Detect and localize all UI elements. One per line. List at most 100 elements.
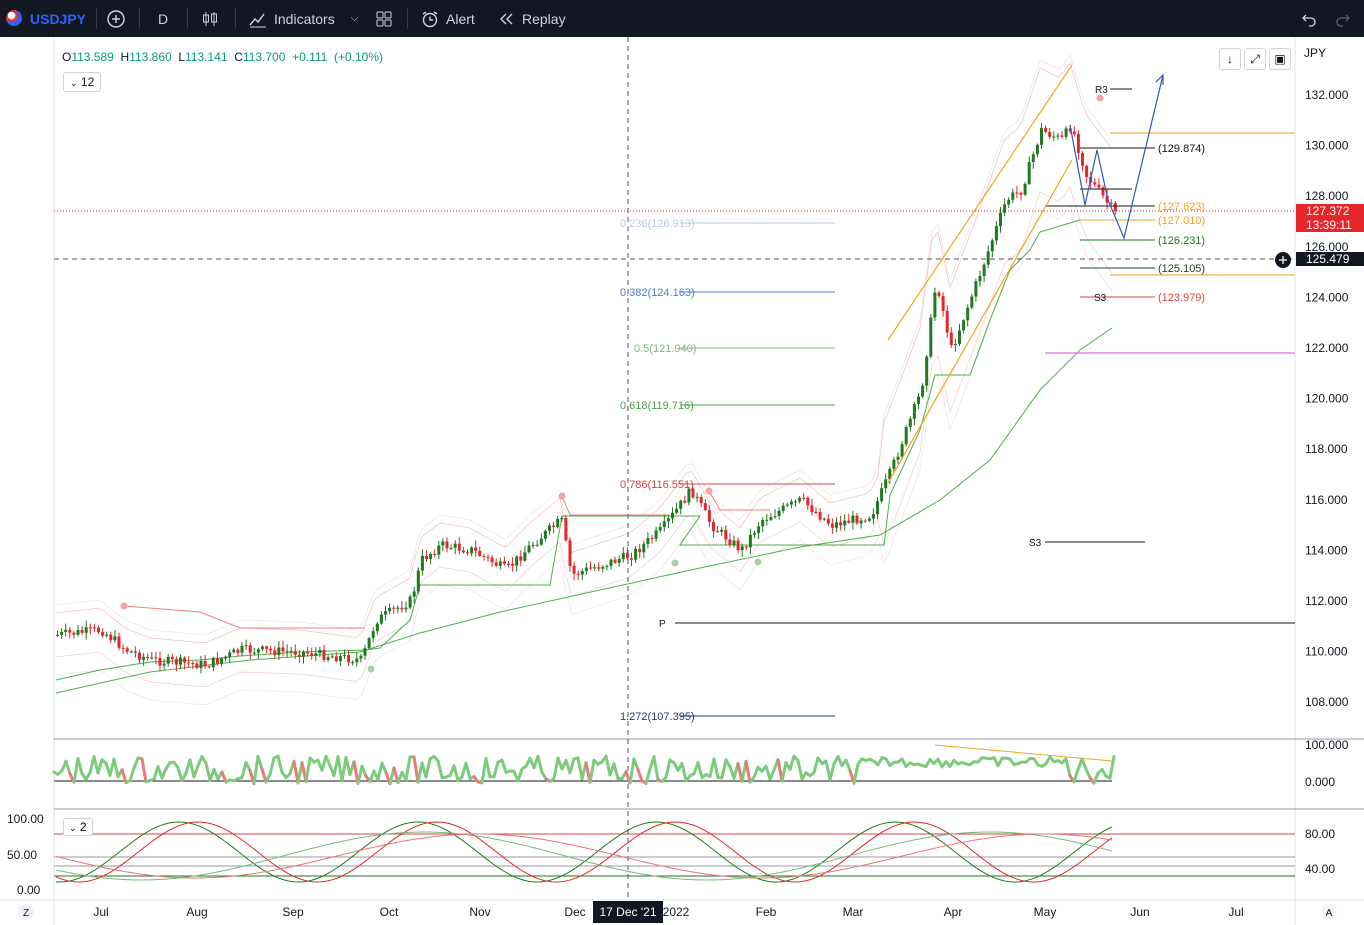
price-tick: 116.000 [1305, 493, 1348, 507]
candle-body [1064, 128, 1068, 137]
crosshair-price-badge: 125.479 [1296, 252, 1364, 266]
candle-body [876, 501, 879, 515]
maximize-pane-button[interactable]: ⤢ [1244, 48, 1266, 70]
chart-canvas[interactable]: 0.236(126.913) 0.382(124.163) 0.5(121.94… [0, 0, 1364, 925]
candle-body [265, 646, 269, 649]
low-value: 113.141 [185, 50, 228, 64]
candle-body [806, 497, 810, 506]
candle-body [609, 559, 613, 566]
candle-body [945, 310, 949, 333]
candle-body [80, 630, 84, 633]
candle-body [121, 647, 125, 649]
fib-label: 1.272(107.395) [620, 711, 695, 723]
price-tick: 130.000 [1305, 139, 1349, 153]
candle-body [133, 651, 137, 653]
pivot-label: (129.874) [1158, 143, 1205, 155]
indicator-count: 12 [80, 75, 95, 89]
candle-body [256, 649, 260, 653]
time-label: Sep [282, 905, 304, 919]
candle-body [429, 554, 433, 560]
candle-body [375, 623, 379, 632]
candle-body [412, 591, 416, 597]
candle-body [162, 663, 166, 666]
osc-toggle[interactable]: ⌄ 2 [63, 818, 93, 836]
candle-body [810, 505, 814, 513]
osc1-tick: 100.000 [1305, 738, 1349, 752]
change-value: +0.111 [292, 50, 328, 64]
candle-body [457, 543, 461, 551]
candle-body [502, 561, 506, 564]
candle-body [671, 512, 674, 519]
pivot-label: P [659, 619, 666, 630]
candle-body [72, 632, 76, 635]
open-key: O [62, 50, 72, 64]
time-label: Feb [756, 905, 777, 919]
change-percent: (+0.10%) [334, 50, 384, 64]
pane-settings-button[interactable]: ▣ [1269, 48, 1291, 70]
price-tick: 122.000 [1305, 341, 1349, 355]
price-tick: 108.000 [1305, 695, 1349, 709]
candle-body [589, 567, 592, 569]
time-label: Aug [186, 905, 207, 919]
candle-body [355, 658, 359, 663]
indicator-toggle[interactable]: ⌄ 12 [63, 72, 102, 92]
candle-body [1052, 136, 1056, 138]
candle-body [851, 515, 855, 523]
candle-body [232, 649, 236, 653]
candle-body [929, 317, 933, 357]
candle-body [252, 652, 256, 654]
candle-body [1060, 135, 1064, 137]
candle-body [605, 565, 609, 567]
candle-body [498, 561, 502, 566]
candle-body [273, 650, 277, 656]
candle-body [994, 226, 998, 241]
time-label: Oct [380, 905, 399, 919]
candle-body [515, 556, 519, 566]
candle-body [822, 518, 826, 520]
time-label: Jul [93, 905, 108, 919]
candle-body [937, 292, 941, 296]
candle-body [527, 545, 531, 553]
candle-body [199, 661, 203, 669]
candle-body [1056, 135, 1060, 137]
candle-body [818, 512, 822, 520]
price-tick: 124.000 [1305, 290, 1349, 304]
candle-body [720, 529, 724, 532]
candle-body [461, 550, 465, 553]
candle-body [556, 519, 560, 527]
candle-body [1097, 184, 1101, 188]
candle-body [613, 559, 617, 563]
candle-body [621, 552, 625, 560]
candle-body [1031, 154, 1035, 163]
candle-body [215, 657, 219, 664]
candle-body [794, 501, 797, 503]
candle-body [420, 555, 424, 571]
candle-body [179, 657, 182, 665]
candle-body [949, 332, 953, 346]
candle-body [732, 540, 736, 546]
candle-body [109, 634, 113, 641]
move-pane-down-button[interactable]: ↓ [1219, 48, 1241, 70]
candle-body [740, 546, 744, 551]
candle-body [240, 646, 244, 653]
ohlc-legend: O113.589 H113.860 L113.141 C113.700 +0.1… [62, 50, 383, 64]
price-tick: 112.000 [1305, 594, 1348, 608]
candle-body [92, 627, 96, 629]
candle-body [392, 607, 396, 609]
candle-body [933, 292, 937, 318]
candle-body [630, 558, 633, 560]
pivot-label: (123.979) [1158, 292, 1205, 304]
candle-body [753, 533, 756, 535]
candle-body [207, 666, 211, 668]
candle-body [1007, 199, 1011, 205]
time-label: Apr [944, 905, 963, 919]
candle-body [297, 654, 301, 657]
candle-body [302, 651, 305, 657]
close-value: 113.700 [242, 50, 286, 64]
candle-body [564, 518, 568, 541]
candle-body [597, 567, 601, 569]
candle-body [990, 240, 994, 252]
candle-body [351, 662, 355, 664]
candle-body [662, 521, 666, 527]
candle-body [228, 652, 232, 657]
